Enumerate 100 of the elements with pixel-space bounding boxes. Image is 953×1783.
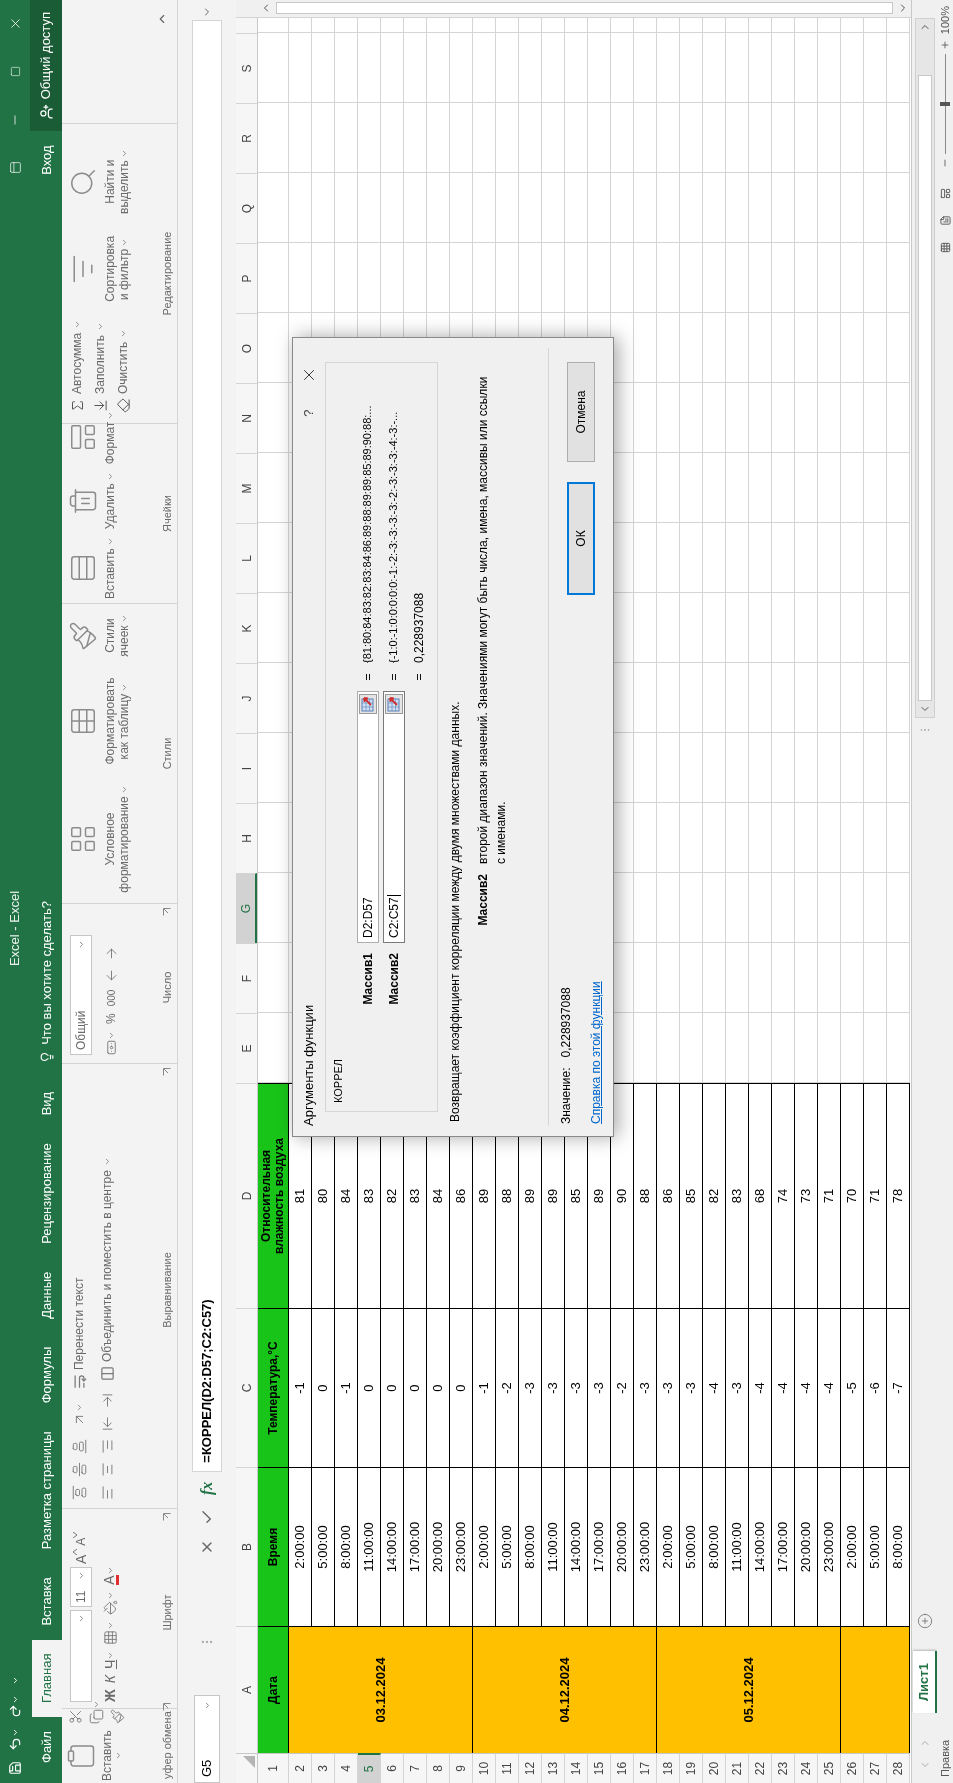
maximize-icon[interactable] (9, 66, 21, 78)
paintbrush-icon[interactable] (110, 1709, 125, 1725)
font-size-field[interactable]: 11 (70, 1567, 92, 1607)
ribbon-button[interactable]: Найти и выделить (64, 145, 132, 218)
column-header[interactable]: L (236, 523, 257, 593)
add-sheet-icon[interactable] (916, 1613, 933, 1630)
cut-icon[interactable] (68, 1709, 83, 1725)
column-header[interactable]: S (236, 33, 257, 103)
ribbon-button[interactable]: Форматировать как таблицу (64, 673, 131, 769)
launcher-icon[interactable] (163, 908, 171, 916)
percent-button[interactable]: % (102, 1013, 120, 1024)
table-cell: -2 (611, 1308, 634, 1467)
arrow-right-icon[interactable] (103, 945, 119, 961)
column-header[interactable]: G (236, 873, 257, 943)
formula-input[interactable]: =КОРРЕЛ(D2:D57;C2:C57) (192, 20, 222, 1472)
column-header[interactable]: Q (236, 173, 257, 243)
ribbon-button[interactable]: Очистить (114, 319, 132, 413)
align-left-icon[interactable] (99, 1485, 115, 1500)
bold-button[interactable]: Ж (100, 1689, 121, 1702)
zoom-slider-thumb[interactable] (940, 102, 950, 107)
ribbon-button[interactable]: Вставить (64, 533, 117, 603)
align-right-icon[interactable] (99, 1439, 115, 1454)
cancel-button[interactable]: Отмена (567, 362, 595, 462)
ribbon-tab[interactable]: Вставка (32, 1563, 62, 1640)
ribbon-tab[interactable]: Разметка страницы (32, 1417, 62, 1564)
column-header[interactable]: I (236, 733, 257, 803)
redo-icon[interactable] (8, 1704, 22, 1718)
column-header[interactable]: P (236, 243, 257, 313)
select-all-icon[interactable] (243, 1756, 255, 1768)
layout-view-icon[interactable] (939, 188, 951, 200)
column-header[interactable]: N (236, 383, 257, 453)
align-center-icon[interactable] (99, 1462, 115, 1477)
column-header[interactable]: E (236, 1013, 257, 1083)
italic-button[interactable]: К (100, 1675, 121, 1684)
insert-function-button[interactable]: fx (195, 1481, 219, 1495)
column-header[interactable]: D (236, 1083, 257, 1308)
ribbon-display-icon[interactable] (8, 161, 22, 175)
normal-view-icon[interactable] (939, 242, 951, 254)
name-box[interactable]: G5 (194, 1695, 220, 1783)
ribbon-tab[interactable]: Данные (32, 1257, 62, 1333)
column-header[interactable]: C (236, 1308, 257, 1467)
ok-button[interactable]: ОК (567, 482, 595, 595)
input-field[interactable]: D2:D57 (356, 691, 379, 943)
number-format-field[interactable]: Общий (70, 935, 92, 1055)
zoom-in-icon[interactable] (940, 40, 950, 51)
column-header[interactable]: K (236, 593, 257, 663)
input-field[interactable]: C2:C57 (382, 691, 405, 943)
ribbon-tab[interactable]: Формулы (32, 1332, 62, 1418)
ribbon-tab[interactable]: Вид (32, 1077, 62, 1130)
column-header[interactable]: J (236, 663, 257, 733)
column-header[interactable]: H (236, 803, 257, 873)
ribbon-button[interactable]: Удалить (64, 468, 117, 534)
save-icon[interactable] (8, 1761, 22, 1775)
page-view-icon[interactable] (939, 215, 951, 227)
column-header[interactable]: R (236, 103, 257, 173)
launcher-icon[interactable] (163, 1703, 171, 1712)
table-cell: -3 (634, 1308, 657, 1467)
scrollbar-thumb[interactable] (917, 75, 932, 701)
sign-in-link[interactable]: Вход (32, 131, 62, 189)
ribbon-button[interactable]: Условное форматирование (64, 781, 131, 897)
column-header[interactable]: O (236, 313, 257, 383)
tell-me-search[interactable]: Что вы хотите сделать? (32, 887, 62, 1078)
row-number: 23 (772, 1753, 795, 1783)
help-button[interactable]: ? (299, 398, 319, 428)
borders-icon[interactable] (103, 1629, 118, 1645)
ribbon-tab[interactable]: Главная (32, 1639, 62, 1718)
column-header[interactable]: B (236, 1467, 257, 1626)
launcher-icon[interactable] (163, 1513, 171, 1521)
row-number: 6 (381, 1753, 404, 1783)
paint-bucket-icon[interactable] (103, 1599, 118, 1615)
share-button[interactable]: Общий доступ (30, 0, 62, 132)
shrink-font-button[interactable]: A (73, 1531, 89, 1546)
scrollbar-thumb[interactable] (276, 2, 893, 15)
align-bottom-icon[interactable] (71, 1439, 87, 1454)
table-header-cell: Относительная влажность воздуха (258, 1083, 289, 1308)
ribbon-button[interactable]: Сортировка и фильтр (64, 231, 132, 306)
table-header-cell: Температура,°C (258, 1308, 289, 1467)
column-header[interactable]: A (236, 1626, 257, 1753)
ribbon-tab[interactable]: Файл (32, 1717, 62, 1777)
font-name-field[interactable] (70, 1610, 92, 1702)
undo-icon[interactable] (8, 1737, 22, 1751)
table-cell: 0 (312, 1308, 335, 1467)
underline-button[interactable]: Ч (100, 1659, 121, 1670)
ribbon-button[interactable]: Стили ячеек (64, 610, 131, 661)
ribbon-tab[interactable]: Рецензирование (32, 1129, 62, 1258)
thousands-button[interactable]: 000 (103, 989, 119, 1007)
font-color-button[interactable]: A (102, 1575, 119, 1585)
table-cell: 8:00:00 (703, 1467, 726, 1626)
align-middle-icon[interactable] (71, 1462, 87, 1477)
range-picker-icon[interactable] (358, 694, 377, 714)
align-top-icon[interactable] (71, 1485, 87, 1500)
launcher-icon[interactable] (163, 1068, 171, 1076)
range-picker-icon[interactable] (384, 694, 403, 714)
grow-font-button[interactable]: A (73, 1548, 89, 1564)
copy-icon[interactable] (89, 1709, 104, 1725)
paste-button[interactable]: Вставить (66, 1730, 125, 1781)
merge-button[interactable]: Объединить и поместить в центре (98, 1157, 116, 1381)
wrap-text-button[interactable]: Перенести текст (70, 1277, 88, 1389)
sheet-tab[interactable]: Лист1 (912, 1651, 937, 1713)
column-header[interactable]: M (236, 453, 257, 523)
